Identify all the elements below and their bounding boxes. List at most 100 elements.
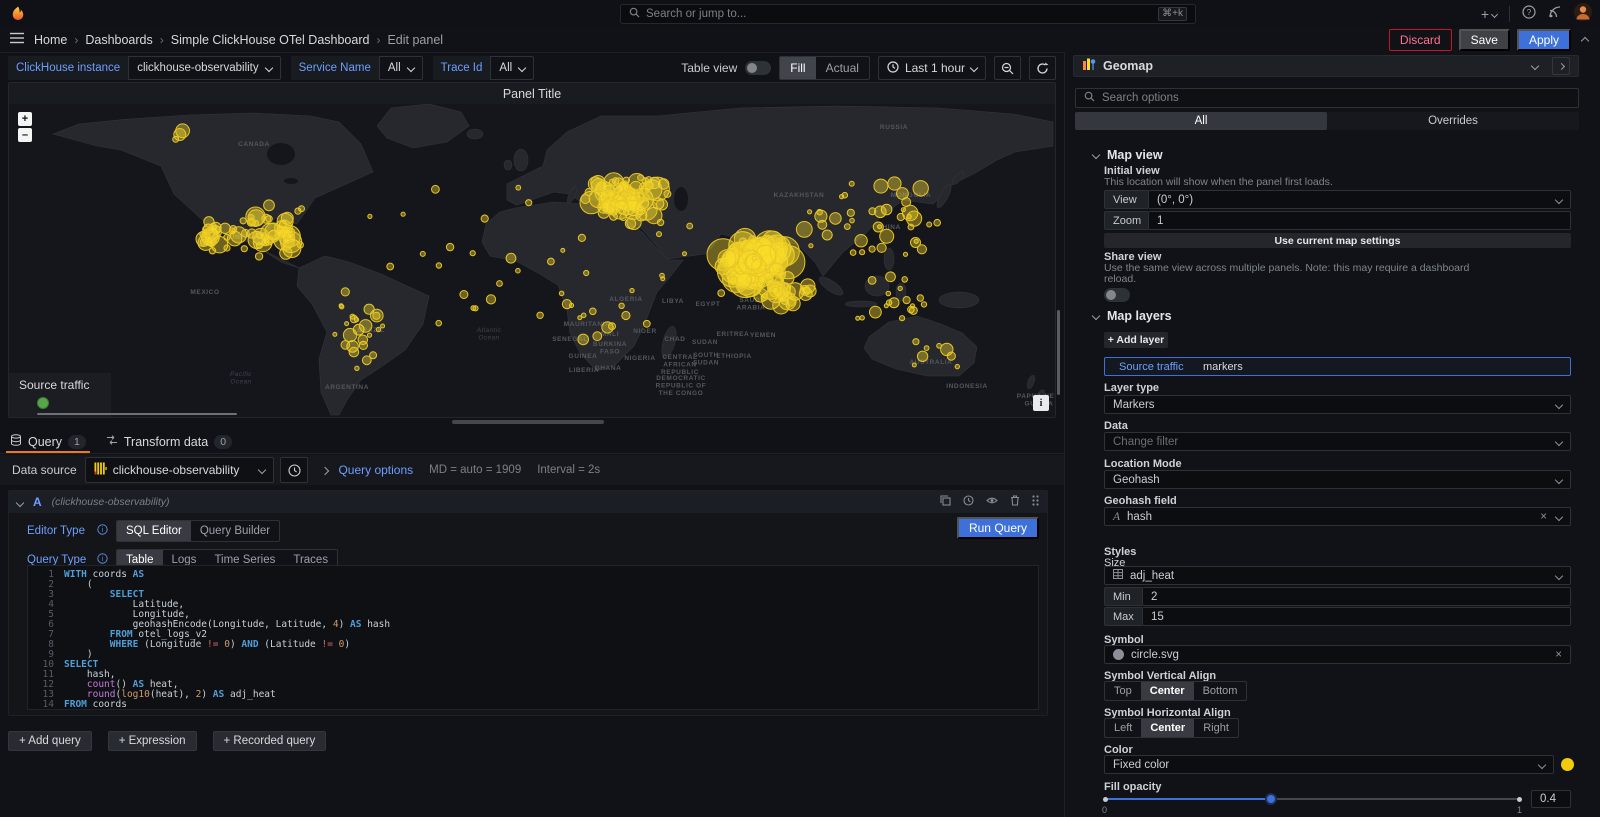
query-builder-option[interactable]: Query Builder bbox=[191, 521, 279, 541]
news-icon[interactable] bbox=[1548, 5, 1562, 24]
tab-transform-data[interactable]: Transform data 0 bbox=[96, 430, 242, 453]
grafana-logo-icon[interactable] bbox=[9, 5, 27, 23]
view-select[interactable]: (0°, 0°) bbox=[1148, 190, 1571, 209]
section-map-layers[interactable]: Map layers bbox=[1093, 309, 1172, 323]
fill-opacity-value[interactable]: 0.4 bbox=[1531, 790, 1571, 808]
size-row: adj_heat bbox=[1104, 566, 1571, 585]
breadcrumb-dashboards[interactable]: Dashboards bbox=[85, 33, 152, 47]
sql-line: 13 round(log10(heat), 2) AS adj_heat bbox=[28, 690, 1038, 700]
breadcrumb-home[interactable]: Home bbox=[34, 33, 67, 47]
add-recorded-query-button[interactable]: + Recorded query bbox=[213, 731, 327, 751]
add-expression-button[interactable]: + Expression bbox=[108, 731, 197, 751]
variable-label: Trace Id bbox=[433, 56, 491, 80]
sql-editor-option[interactable]: SQL Editor bbox=[117, 521, 191, 541]
clear-icon[interactable]: × bbox=[1540, 511, 1547, 523]
new-menu-button[interactable]: + bbox=[1481, 6, 1497, 22]
query-options-link[interactable]: Query options bbox=[338, 463, 413, 477]
delete-query-icon[interactable] bbox=[1010, 493, 1020, 511]
breadcrumb-dashboard-name[interactable]: Simple ClickHouse OTel Dashboard bbox=[171, 33, 370, 47]
svg-text:YEMEN: YEMEN bbox=[750, 332, 776, 339]
query-row-header[interactable]: A (clickhouse-observability) bbox=[9, 491, 1047, 513]
slider-handle[interactable] bbox=[1265, 793, 1277, 805]
halign-center[interactable]: Center bbox=[1141, 719, 1194, 737]
duplicate-query-icon[interactable] bbox=[940, 493, 951, 511]
refresh-button[interactable] bbox=[1029, 56, 1056, 80]
hide-query-icon[interactable] bbox=[986, 493, 998, 511]
layer-type-select[interactable]: Markers bbox=[1104, 395, 1571, 414]
fill-option[interactable]: Fill bbox=[780, 57, 815, 79]
grafana-app: Search or jump to... ⌘+k + ? Home › Dash… bbox=[0, 0, 1600, 817]
datasource-picker[interactable]: clickhouse-observability bbox=[85, 457, 275, 483]
help-icon[interactable]: ? bbox=[1522, 5, 1536, 24]
variable-value-dropdown[interactable]: All bbox=[490, 56, 534, 80]
apply-button[interactable]: Apply bbox=[1517, 29, 1571, 51]
map-zoom-in-button[interactable]: + bbox=[18, 112, 32, 126]
section-map-view[interactable]: Map view bbox=[1093, 148, 1163, 162]
table-view-toggle[interactable] bbox=[745, 61, 771, 75]
fixed-color-swatch[interactable] bbox=[1561, 758, 1574, 771]
variable-value-dropdown[interactable]: All bbox=[379, 56, 423, 80]
world-map[interactable]: RUSSIACANADAUNITED STATESMEXICOBRAZILARG… bbox=[9, 104, 1055, 417]
time-range-picker[interactable]: Last 1 hour bbox=[878, 56, 986, 80]
max-input[interactable]: 15 bbox=[1142, 607, 1571, 626]
halign-left[interactable]: Left bbox=[1105, 719, 1141, 737]
panel-title[interactable]: Panel Title bbox=[9, 83, 1055, 104]
tab-query[interactable]: Query 1 bbox=[0, 430, 96, 453]
visualization-name: Geomap bbox=[1103, 59, 1153, 73]
drag-handle-icon[interactable] bbox=[1032, 493, 1039, 511]
query-history-icon[interactable] bbox=[963, 493, 974, 511]
valign-top[interactable]: Top bbox=[1105, 682, 1141, 700]
sql-code-editor[interactable]: 1WITH coords AS2 (3 SELECT4 Latitude,5 L… bbox=[27, 565, 1039, 710]
fill-opacity-slider[interactable] bbox=[1104, 794, 1521, 804]
color-select[interactable]: Fixed color bbox=[1104, 755, 1554, 774]
save-button[interactable]: Save bbox=[1459, 29, 1510, 51]
tab-all[interactable]: All bbox=[1075, 112, 1327, 130]
run-query-button[interactable]: Run Query bbox=[957, 517, 1039, 539]
geohash-field-select[interactable]: A hash × bbox=[1104, 507, 1571, 526]
symbol-select[interactable]: circle.svg × bbox=[1104, 645, 1571, 664]
tab-overrides[interactable]: Overrides bbox=[1327, 112, 1579, 130]
add-query-button[interactable]: + Add query bbox=[8, 731, 92, 751]
search-input[interactable]: Search or jump to... ⌘+k bbox=[620, 4, 1196, 24]
valign-center[interactable]: Center bbox=[1141, 682, 1194, 700]
transform-count-badge: 0 bbox=[214, 435, 232, 449]
valign-bottom[interactable]: Bottom bbox=[1194, 682, 1247, 700]
discard-button[interactable]: Discard bbox=[1389, 29, 1452, 51]
query-ref-id: A bbox=[33, 495, 42, 509]
location-mode-select[interactable]: Geohash bbox=[1104, 470, 1571, 489]
legend-scrollbar[interactable] bbox=[37, 413, 237, 415]
map-canvas[interactable]: RUSSIACANADAUNITED STATESMEXICOBRAZILARG… bbox=[9, 104, 1055, 417]
submenu-bar: ClickHouse instance clickhouse-observabi… bbox=[8, 56, 1056, 80]
zoom-out-time-button[interactable] bbox=[994, 56, 1021, 80]
variable-value-dropdown[interactable]: clickhouse-observability bbox=[128, 56, 280, 80]
user-avatar[interactable] bbox=[1574, 3, 1592, 26]
visualization-picker[interactable]: Geomap bbox=[1073, 55, 1579, 77]
share-view-toggle[interactable] bbox=[1104, 288, 1130, 302]
zoom-input[interactable]: 1 bbox=[1148, 211, 1571, 230]
map-attribution-info-button[interactable]: i bbox=[1033, 395, 1049, 411]
svg-text:ERITREA: ERITREA bbox=[717, 331, 750, 338]
map-zoom-out-button[interactable]: – bbox=[18, 128, 32, 142]
datasource-help-icon[interactable] bbox=[280, 457, 308, 483]
min-row: Min 2 bbox=[1104, 587, 1571, 606]
add-layer-button[interactable]: + Add layer bbox=[1104, 332, 1168, 348]
min-input[interactable]: 2 bbox=[1142, 587, 1571, 606]
layer-item-source-traffic[interactable]: Source traffic markers bbox=[1104, 357, 1571, 376]
halign-right[interactable]: Right bbox=[1194, 719, 1238, 737]
initial-view-desc: This location will show when the panel f… bbox=[1104, 177, 1484, 188]
use-current-map-settings-button[interactable]: Use current map settings bbox=[1104, 233, 1571, 248]
actual-option[interactable]: Actual bbox=[816, 57, 869, 79]
visualization-caret-icon[interactable] bbox=[1531, 62, 1539, 70]
collapse-options-icon[interactable] bbox=[1552, 57, 1570, 75]
menu-icon[interactable] bbox=[10, 31, 24, 49]
data-filter-select[interactable]: Change filter bbox=[1104, 432, 1571, 451]
size-field-select[interactable]: adj_heat bbox=[1104, 566, 1571, 585]
query-options-expand-icon[interactable] bbox=[322, 463, 328, 477]
collapse-query-icon[interactable] bbox=[17, 493, 23, 511]
collapse-header-icon[interactable] bbox=[1578, 31, 1592, 49]
view-label: View bbox=[1104, 190, 1148, 209]
options-search-input[interactable]: Search options bbox=[1075, 88, 1579, 108]
panel-resize-handle[interactable] bbox=[452, 420, 604, 424]
clear-icon[interactable]: × bbox=[1555, 649, 1562, 661]
edit-area-scrollbar[interactable] bbox=[1057, 310, 1060, 395]
